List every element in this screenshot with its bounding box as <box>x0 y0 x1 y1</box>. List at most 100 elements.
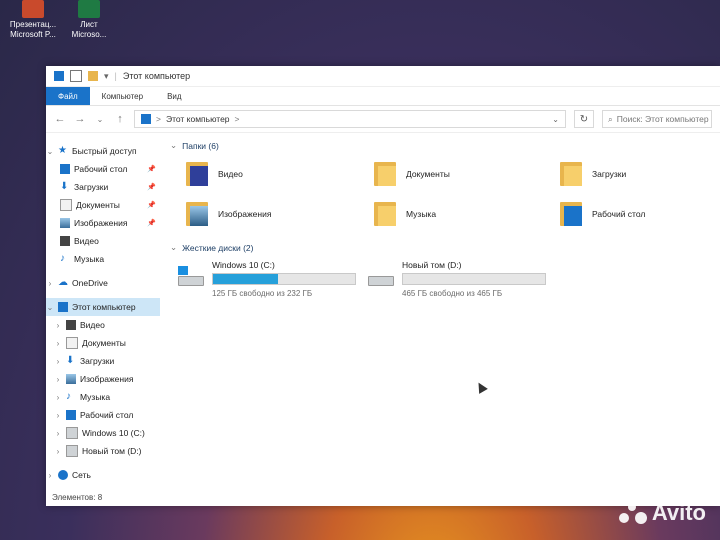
collapse-caret-icon[interactable]: › <box>46 279 54 288</box>
nav-onedrive[interactable]: › ☁ OneDrive <box>46 274 160 292</box>
nav-label: Рабочий стол <box>74 164 128 174</box>
desktop-shortcut-presentation[interactable]: Презентац... Microsoft P... <box>2 0 64 40</box>
pin-icon[interactable]: 📌 <box>147 201 156 209</box>
folder-desktop[interactable]: Рабочий стол <box>558 200 645 228</box>
desktop-shortcut-sheet[interactable]: Лист Microso... <box>58 0 120 40</box>
folder-downloads[interactable]: Загрузки <box>558 160 626 188</box>
nav-label: Музыка <box>74 254 105 264</box>
nav-item-pictures[interactable]: Изображения 📌 <box>46 214 160 232</box>
quick-access-dropdown-icon[interactable]: ▾ <box>104 71 109 82</box>
nav-item-downloads[interactable]: ⬇ Загрузки 📌 <box>46 178 160 196</box>
collapse-caret-icon[interactable]: › <box>54 321 62 330</box>
nav-pc-pictures[interactable]: › Изображения <box>46 370 160 388</box>
nav-pc-documents[interactable]: › Документы <box>46 334 160 352</box>
chevron-down-icon: ⌄ <box>170 140 178 150</box>
collapse-caret-icon[interactable]: › <box>54 393 62 402</box>
drive-free-space: 125 ГБ свободно из 232 ГБ <box>212 289 313 298</box>
nav-label: Документы <box>76 200 120 210</box>
nav-quick-access[interactable]: ⌄ ★ Быстрый доступ <box>46 142 160 160</box>
drive-free-space: 465 ГБ свободно из 465 ГБ <box>402 289 503 298</box>
collapse-caret-icon[interactable]: › <box>46 471 54 480</box>
documents-icon <box>60 199 72 211</box>
drive-usage-fill <box>213 274 279 284</box>
music-icon: ♪ <box>60 253 65 264</box>
folders-header-label: Папки (6) <box>182 140 219 151</box>
nav-pc-video[interactable]: › Видео <box>46 316 160 334</box>
navigation-pane: ⌄ ★ Быстрый доступ Рабочий стол 📌 ⬇ Загр… <box>46 132 160 506</box>
avito-logo-icon <box>618 501 647 525</box>
status-item-count: Элементов: 8 <box>52 493 103 502</box>
nav-pc-drive-c[interactable]: › Windows 10 (C:) <box>46 424 160 442</box>
expand-caret-icon[interactable]: ⌄ <box>46 147 54 156</box>
collapse-caret-icon[interactable]: › <box>54 339 62 348</box>
ribbon-tabs: Файл Компьютер Вид <box>46 87 720 106</box>
nav-pc-music[interactable]: › ♪ Музыка <box>46 388 160 406</box>
up-arrow-icon[interactable]: ↑ <box>114 113 126 125</box>
folder-label: Рабочий стол <box>592 209 646 219</box>
collapse-caret-icon[interactable]: › <box>54 411 62 420</box>
pictures-icon <box>60 218 70 228</box>
collapse-caret-icon[interactable]: › <box>54 357 62 366</box>
collapse-caret-icon[interactable]: › <box>54 447 62 456</box>
nav-item-documents[interactable]: Документы 📌 <box>46 196 160 214</box>
tab-computer[interactable]: Компьютер <box>90 87 155 105</box>
nav-item-music[interactable]: ♪ Музыка <box>46 250 160 268</box>
title-bar: ▾ | Этот компьютер <box>46 66 720 87</box>
address-separator: > <box>234 114 240 124</box>
pin-icon[interactable]: 📌 <box>147 165 156 173</box>
downloads-folder-icon <box>558 160 584 188</box>
properties-check-icon[interactable] <box>70 70 82 82</box>
pin-icon[interactable]: 📌 <box>147 183 156 191</box>
folder-video[interactable]: Видео <box>184 160 243 188</box>
downloads-icon: ⬇ <box>60 181 69 192</box>
documents-icon <box>66 337 78 349</box>
expand-caret-icon[interactable]: ⌄ <box>46 303 54 312</box>
video-icon <box>60 236 70 246</box>
nav-pc-desktop[interactable]: › Рабочий стол <box>46 406 160 424</box>
folder-music[interactable]: Музыка <box>372 200 436 228</box>
drive-d[interactable]: Новый том (D:) 465 ГБ свободно из 465 ГБ <box>366 260 546 298</box>
nav-item-video[interactable]: Видео <box>46 232 160 250</box>
drive-label: Новый том (D:) <box>402 260 462 270</box>
desktop-shortcut-line2: Microsoft P... <box>10 30 56 39</box>
collapse-caret-icon[interactable]: › <box>54 375 62 384</box>
folder-label: Видео <box>218 169 243 179</box>
nav-pc-downloads[interactable]: › ⬇ Загрузки <box>46 352 160 370</box>
tab-view[interactable]: Вид <box>155 87 193 105</box>
network-icon <box>58 470 68 480</box>
recent-dropdown-icon[interactable]: ⌄ <box>94 115 106 124</box>
desktop-shortcut-line1: Презентац... <box>9 20 57 29</box>
nav-label: Этот компьютер <box>72 302 136 312</box>
forward-arrow-icon[interactable]: → <box>74 113 86 125</box>
search-placeholder: Поиск: Этот компьютер <box>616 114 709 124</box>
address-history-icon[interactable]: ⌄ <box>552 115 559 124</box>
drive-c[interactable]: Windows 10 (C:) 125 ГБ свободно из 232 Г… <box>176 260 356 298</box>
nav-label: Загрузки <box>74 182 109 192</box>
nav-label: Изображения <box>74 218 128 228</box>
folder-label: Загрузки <box>592 169 627 179</box>
pc-icon <box>141 114 151 124</box>
new-folder-icon[interactable] <box>88 71 98 81</box>
tab-file[interactable]: Файл <box>46 87 90 105</box>
folders-group-header[interactable]: ⌄ Папки (6) <box>170 140 219 151</box>
drives-header-label: Жесткие диски (2) <box>182 242 254 253</box>
refresh-icon[interactable]: ↻ <box>574 110 594 128</box>
nav-pc-drive-d[interactable]: › Новый том (D:) <box>46 442 160 460</box>
pin-icon[interactable]: 📌 <box>147 219 156 227</box>
desktop-folder-icon <box>558 200 584 228</box>
nav-this-pc[interactable]: ⌄ Этот компьютер <box>46 298 160 316</box>
nav-label: Музыка <box>80 392 111 402</box>
collapse-caret-icon[interactable]: › <box>54 429 62 438</box>
folder-documents[interactable]: Документы <box>372 160 450 188</box>
nav-item-desktop[interactable]: Рабочий стол 📌 <box>46 160 160 178</box>
powerpoint-icon <box>22 0 44 18</box>
search-input[interactable]: ⌕ Поиск: Этот компьютер <box>602 110 712 128</box>
folder-pictures[interactable]: Изображения <box>184 200 271 228</box>
nav-network[interactable]: › Сеть <box>46 466 160 484</box>
nav-label: Сеть <box>72 470 91 480</box>
drives-group-header[interactable]: ⌄ Жесткие диски (2) <box>170 242 253 253</box>
nav-label: Документы <box>82 338 126 348</box>
address-field[interactable]: > Этот компьютер > ⌄ <box>134 110 566 128</box>
back-arrow-icon[interactable]: ← <box>54 113 66 125</box>
pc-icon <box>58 302 68 312</box>
